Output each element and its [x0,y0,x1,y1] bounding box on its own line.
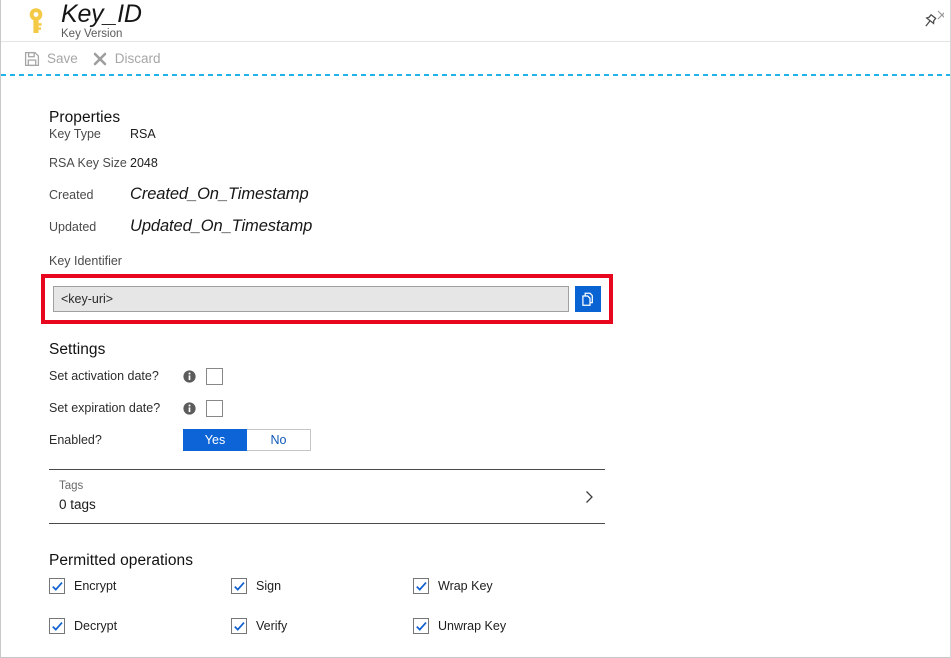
setting-label: Set expiration date? [49,401,161,415]
property-row-key-type: Key Type RSA [49,127,950,156]
tags-label: Tags [59,480,84,492]
blade-header-title-group: Key_ID Key Version [19,0,142,42]
property-row-updated: Updated Updated_On_Timestamp [49,217,950,249]
property-row-rsa-key-size: RSA Key Size 2048 [49,156,950,185]
setting-row-expiration-date: Set expiration date? [49,393,950,423]
key-identifier-input[interactable] [53,286,569,312]
property-value: 2048 [130,156,158,170]
save-floppy-icon [24,51,40,67]
page-subtitle: Key Version [61,27,123,40]
operation-checkbox[interactable] [413,618,429,634]
pin-icon [924,13,937,27]
property-label: Updated [49,220,97,234]
operation-verify[interactable]: Verify [231,618,413,634]
key-icon [29,8,43,33]
permitted-operations-section: Permitted operations Encrypt Sign Wrap K… [49,552,950,634]
checkmark-icon [415,621,427,631]
enabled-toggle-no[interactable]: No [247,429,311,451]
tags-text-group: Tags 0 tags [59,479,581,514]
expiration-date-checkbox[interactable] [206,399,223,417]
activation-date-checkbox[interactable] [206,367,223,385]
checkmark-icon [415,581,427,591]
info-icon[interactable] [183,369,196,383]
operation-checkbox[interactable] [49,578,65,594]
property-row-created: Created Created_On_Timestamp [49,185,950,217]
operation-checkbox[interactable] [413,578,429,594]
setting-label: Enabled? [49,433,102,447]
checkmark-icon [51,621,63,631]
operation-label: Sign [256,579,282,593]
settings-section: Settings Set activation date? Set expira… [49,341,950,455]
blade-header: Key_ID Key Version [1,0,950,42]
property-value: Created_On_Timestamp [130,185,309,203]
operation-label: Unwrap Key [438,619,507,633]
property-label: Key Type [49,127,101,141]
checkmark-icon [51,581,63,591]
close-blade-button[interactable] [937,8,944,28]
operation-checkbox[interactable] [231,578,247,594]
command-bar-divider [1,74,950,76]
discard-button[interactable]: Discard [87,44,170,74]
setting-label: Set activation date? [49,369,159,383]
chevron-right-icon [586,490,593,503]
save-button[interactable]: Save [19,44,87,74]
close-x-icon [93,52,107,66]
property-label: RSA Key Size [49,156,127,170]
permitted-operations-heading: Permitted operations [49,552,194,569]
operation-unwrap-key[interactable]: Unwrap Key [413,618,595,634]
discard-button-label: Discard [114,51,161,66]
permitted-operations-grid: Encrypt Sign Wrap Key Decrypt Verify Unw… [49,578,950,634]
settings-heading: Settings [49,341,106,358]
operation-label: Verify [256,619,288,633]
operation-encrypt[interactable]: Encrypt [49,578,231,594]
checkmark-icon [233,581,245,591]
setting-row-activation-date: Set activation date? [49,361,950,391]
command-bar: Save Discard [1,42,950,76]
key-identifier-label: Key Identifier [49,254,122,268]
properties-section: Properties Key Type RSA RSA Key Size 204… [41,109,950,324]
copy-icon [581,292,593,306]
blade-header-actions [914,0,944,42]
property-value: Updated_On_Timestamp [130,217,313,235]
enabled-toggle: Yes No [183,429,311,451]
operation-label: Encrypt [74,579,117,593]
operation-checkbox[interactable] [231,618,247,634]
copy-key-identifier-button[interactable] [575,286,601,312]
setting-row-enabled: Enabled? Yes No [49,425,950,455]
operation-wrap-key[interactable]: Wrap Key [413,578,595,594]
key-identifier-highlight-box [41,274,613,324]
checkmark-icon [233,621,245,631]
key-version-blade: Key_ID Key Version Save Discard Properti… [0,0,951,658]
operation-sign[interactable]: Sign [231,578,413,594]
page-title: Key_ID [61,0,142,28]
close-icon [937,10,944,20]
operation-label: Decrypt [74,619,118,633]
tags-section[interactable]: Tags 0 tags [49,469,605,524]
info-icon[interactable] [183,401,196,415]
enabled-toggle-yes[interactable]: Yes [183,429,247,451]
property-value: RSA [130,127,156,141]
save-button-label: Save [47,51,78,66]
operation-label: Wrap Key [438,579,493,593]
properties-heading: Properties [49,109,121,126]
operation-checkbox[interactable] [49,618,65,634]
blade-content: Properties Key Type RSA RSA Key Size 204… [1,109,950,634]
operation-decrypt[interactable]: Decrypt [49,618,231,634]
title-stack: Key_ID Key Version [61,1,142,41]
tags-count: 0 tags [59,497,96,512]
property-label: Created [49,188,94,202]
